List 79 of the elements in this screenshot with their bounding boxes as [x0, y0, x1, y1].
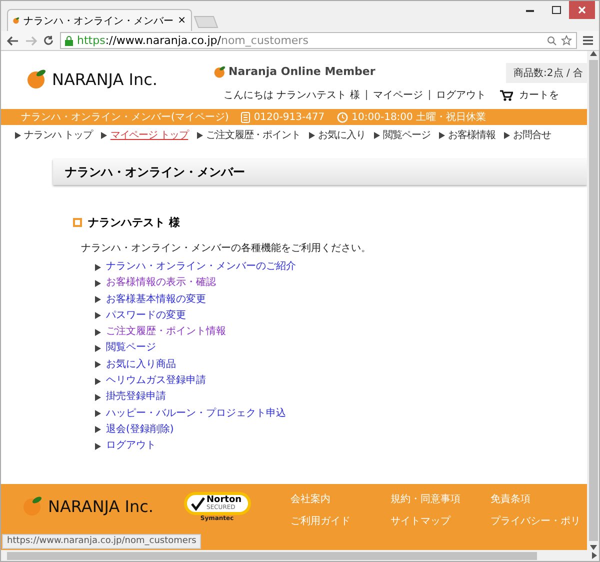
triangle-bullet-icon	[374, 132, 380, 138]
triangle-bullet-icon	[95, 410, 101, 418]
triangle-bullet-icon	[95, 394, 101, 401]
cart-icon[interactable]	[500, 90, 513, 100]
nav-link[interactable]: お問合せ	[504, 128, 551, 142]
triangle-bullet-icon	[95, 361, 101, 368]
close-tab-button[interactable]: ×	[178, 15, 186, 26]
square-bullet-icon	[73, 218, 82, 227]
triangle-bullet-icon	[95, 328, 101, 336]
close-icon[interactable]	[578, 6, 586, 14]
intro-text: ナランハ・オンライン・メンバーの各種機能をご利用ください。	[81, 242, 372, 255]
triangle-bullet-icon	[95, 280, 101, 287]
menu-link[interactable]: パスワードの変更	[95, 310, 587, 322]
menu-icon[interactable]	[583, 36, 593, 45]
nav-link[interactable]: お気に入り	[309, 128, 366, 142]
triangle-bullet-icon	[95, 442, 101, 450]
triangle-bullet-icon	[309, 132, 316, 138]
nav-link[interactable]: ご注文履歴・ポイント	[197, 128, 300, 142]
menu-link[interactable]: 閲覧ページ	[95, 342, 587, 354]
menu-link[interactable]: 掛売登録申請	[95, 391, 587, 404]
menu-link[interactable]: ログアウト	[95, 440, 587, 452]
close-window-button[interactable]	[569, 1, 595, 19]
triangle-bullet-icon	[95, 344, 101, 352]
maximize-icon[interactable]	[552, 6, 560, 14]
minimize-icon[interactable]	[526, 8, 534, 12]
triangle-bullet-icon	[101, 132, 108, 138]
back-icon[interactable]	[7, 36, 19, 46]
menu-link[interactable]: ナランハ・オンライン・メンバーのご紹介	[95, 261, 587, 273]
menu-link[interactable]: 退会(登録削除)	[95, 424, 587, 436]
member-logo: Naranja Online Member	[214, 65, 376, 78]
url-text: https://www.naranja.co.jp/nom_customers	[77, 34, 308, 47]
zoom-icon[interactable]	[547, 36, 557, 46]
triangle-bullet-icon	[95, 378, 101, 385]
greeting-text: こんにちは ナランハテスト 様	[224, 88, 360, 102]
phone-icon	[240, 112, 250, 122]
menu-link[interactable]: お客様情報の表示・確認	[95, 277, 587, 290]
fruit-favicon-icon	[13, 15, 20, 26]
star-icon[interactable]	[561, 35, 572, 46]
phone-number: 0120-913-477	[254, 112, 325, 122]
naranja-logo[interactable]: NARANJA Inc.	[23, 496, 154, 516]
menu-link[interactable]: ハッピー・バルーン・プロジェクト申込	[95, 408, 587, 420]
vertical-scrollbar-thumb[interactable]	[588, 60, 598, 541]
triangle-bullet-icon	[15, 132, 21, 138]
naranja-logo[interactable]: NARANJA Inc.	[27, 69, 158, 89]
triangle-bullet-icon	[95, 264, 101, 270]
tab-title: ナランハ・オンライン・メンバー	[24, 14, 174, 28]
triangle-bullet-icon	[439, 132, 446, 138]
cart-summary: 商品数:2点 / 合	[506, 63, 587, 83]
nav-link[interactable]: 閲覧ページ	[374, 128, 430, 142]
triangle-bullet-icon	[95, 426, 101, 434]
horizontal-scrollbar-thumb[interactable]	[7, 552, 537, 560]
cart-link[interactable]: カートを	[518, 88, 559, 102]
triangle-bullet-icon	[197, 132, 204, 138]
logout-link[interactable]: ログアウト	[436, 88, 486, 102]
fruit-icon	[23, 496, 43, 516]
page-title: ナランハ・オンライン・メンバー	[53, 159, 587, 185]
triangle-bullet-icon	[95, 312, 101, 320]
fruit-icon	[27, 69, 47, 89]
reload-icon[interactable]	[43, 35, 54, 46]
mypage-link[interactable]: マイページ	[372, 88, 423, 102]
menu-link[interactable]: ヘリウムガス登録申請	[95, 375, 587, 388]
nav-link[interactable]: お客様情報	[439, 128, 496, 142]
scroll-right-icon[interactable]	[592, 552, 597, 559]
info-title: ナランハ・オンライン・メンバー(マイページ)	[21, 111, 229, 124]
address-bar[interactable]: https://www.naranja.co.jp/nom_customers	[60, 32, 577, 49]
user-heading: ナランハテスト 様	[88, 215, 180, 230]
fruit-icon	[214, 66, 226, 78]
menu-link[interactable]: お気に入り商品	[95, 358, 587, 371]
business-hours: 10:00-18:00 土曜・祝日休業	[352, 110, 486, 124]
clock-icon	[336, 112, 348, 122]
triangle-bullet-icon	[504, 132, 510, 138]
menu-link[interactable]: お客様基本情報の変更	[95, 294, 587, 306]
nav-link[interactable]: マイページ トップ	[101, 128, 188, 142]
menu-link[interactable]: ご注文履歴・ポイント情報	[95, 326, 587, 338]
triangle-bullet-icon	[95, 296, 101, 304]
lock-icon	[65, 36, 73, 46]
nav-link[interactable]: ナランハ トップ	[15, 128, 92, 142]
browser-tab[interactable]: ナランハ・オンライン・メンバー ×	[7, 9, 192, 31]
status-url: https://www.naranja.co.jp/nom_customers	[2, 534, 202, 549]
